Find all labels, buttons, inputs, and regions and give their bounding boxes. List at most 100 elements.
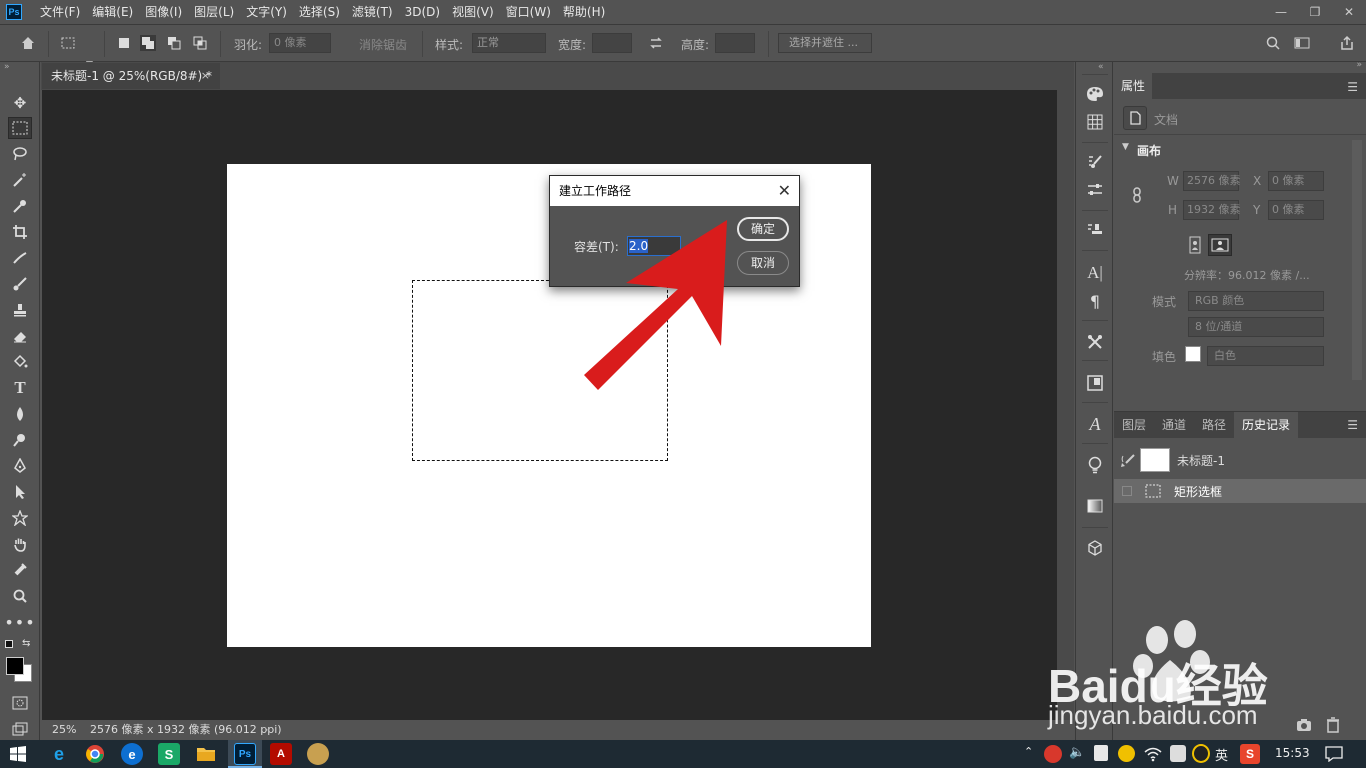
section-chevron-icon[interactable]: ▼	[1122, 142, 1129, 152]
rotate-view-tool-icon[interactable]	[8, 559, 32, 581]
swap-colors-icon[interactable]: ⇆	[22, 638, 30, 649]
security-shield-icon[interactable]	[1094, 745, 1108, 761]
feather-input[interactable]: 0 像素	[269, 33, 331, 53]
paragraph-panel-icon[interactable]: ¶	[1085, 291, 1105, 311]
chrome-icon[interactable]	[84, 743, 106, 765]
volume-icon[interactable]: 🔈	[1069, 745, 1085, 760]
tray-app-icon[interactable]	[1118, 745, 1135, 762]
share-icon[interactable]	[1339, 35, 1355, 51]
menu-view[interactable]: 视图(V)	[446, 0, 500, 24]
pinned-app-icon[interactable]	[307, 743, 329, 765]
fill-select[interactable]: 白色	[1207, 346, 1324, 366]
acrobat-icon[interactable]: A	[270, 743, 292, 765]
wifi-icon[interactable]	[1144, 746, 1162, 762]
collapse-panel-icon[interactable]: »	[1356, 60, 1362, 70]
clone-source-icon[interactable]	[1085, 220, 1105, 240]
marquee-preset-icon[interactable]	[60, 35, 76, 51]
restore-icon[interactable]: ❐	[1298, 0, 1332, 24]
canvas-width-input[interactable]: 2576 像素	[1183, 171, 1241, 191]
clock[interactable]: 15:53	[1275, 746, 1310, 760]
swap-icon[interactable]	[648, 35, 664, 51]
link-icon[interactable]	[1131, 186, 1143, 204]
workspace-icon[interactable]	[1294, 35, 1310, 51]
trash-icon[interactable]	[1326, 717, 1340, 733]
file-explorer-icon[interactable]	[195, 743, 217, 765]
history-step[interactable]: 矩形选框	[1114, 479, 1366, 503]
lasso-tool-icon[interactable]	[8, 143, 32, 165]
character-panel-icon[interactable]: A|	[1085, 263, 1105, 283]
menu-edit[interactable]: 编辑(E)	[86, 0, 139, 24]
screen-mode-icon[interactable]	[8, 718, 32, 740]
notifications-icon[interactable]	[1325, 746, 1343, 762]
ie-browser-icon[interactable]: e	[48, 743, 70, 765]
qq-icon[interactable]	[1192, 744, 1210, 763]
marquee-tool-icon[interactable]	[8, 117, 32, 139]
vertical-scrollbar[interactable]	[1057, 90, 1074, 720]
fill-color-swatch[interactable]	[1185, 346, 1201, 362]
tools-settings-icon[interactable]	[1085, 332, 1105, 352]
3d-panel-icon[interactable]	[1085, 538, 1105, 558]
zoom-tool-icon[interactable]	[8, 585, 32, 607]
portrait-icon[interactable]	[1184, 234, 1206, 256]
tab-layers[interactable]: 图层	[1114, 412, 1154, 438]
tab-paths[interactable]: 路径	[1194, 412, 1234, 438]
foreground-color-swatch[interactable]	[6, 657, 24, 675]
add-to-selection-icon[interactable]	[140, 35, 156, 51]
tab-channels[interactable]: 通道	[1154, 412, 1194, 438]
eyedropper-tool-icon[interactable]	[8, 195, 32, 217]
landscape-icon[interactable]	[1208, 234, 1232, 256]
new-selection-icon[interactable]	[116, 35, 132, 51]
zoom-level[interactable]: 25%	[52, 720, 76, 740]
status-chevron-icon[interactable]: ›	[264, 720, 268, 740]
adjustments-panel-icon[interactable]	[1085, 180, 1105, 200]
default-colors-icon[interactable]	[5, 640, 13, 648]
path-selection-tool-icon[interactable]	[8, 481, 32, 503]
properties-scrollbar[interactable]	[1352, 140, 1362, 380]
ime-indicator[interactable]: 英	[1215, 745, 1228, 764]
menu-layer[interactable]: 图层(L)	[188, 0, 240, 24]
stamp-tool-icon[interactable]	[8, 299, 32, 321]
pen-tool-icon[interactable]	[8, 455, 32, 477]
tray-expand-icon[interactable]: ⌃	[1024, 745, 1033, 758]
style-select[interactable]: 正常	[472, 33, 546, 53]
learn-panel-icon[interactable]	[1085, 455, 1105, 475]
glyphs-panel-icon[interactable]: A	[1085, 414, 1105, 434]
close-icon[interactable]: ✕	[778, 176, 791, 206]
paint-bucket-tool-icon[interactable]	[8, 351, 32, 373]
shape-tool-icon[interactable]	[8, 507, 32, 529]
search-icon[interactable]	[1265, 35, 1281, 51]
subtract-selection-icon[interactable]	[166, 35, 182, 51]
antivirus-tray-icon[interactable]	[1044, 745, 1062, 763]
panel-menu-icon[interactable]: ☰	[1347, 418, 1358, 432]
eraser-tool-icon[interactable]	[8, 325, 32, 347]
close-tab-icon[interactable]: ×	[201, 63, 210, 89]
tray-utility-icon[interactable]	[1170, 745, 1186, 762]
history-brush-icon[interactable]	[1120, 453, 1136, 469]
canvas-x-input[interactable]: 0 像素	[1268, 171, 1324, 191]
crop-tool-icon[interactable]	[8, 221, 32, 243]
sogou-input-icon[interactable]: S	[1240, 744, 1260, 764]
menu-type[interactable]: 文字(Y)	[240, 0, 293, 24]
mode-select[interactable]: RGB 颜色	[1188, 291, 1324, 311]
intersect-selection-icon[interactable]	[192, 35, 208, 51]
brush-tool-icon[interactable]	[8, 273, 32, 295]
height-input[interactable]	[715, 33, 755, 53]
canvas-height-input[interactable]: 1932 像素	[1183, 200, 1241, 220]
type-tool-icon[interactable]: T	[8, 377, 32, 399]
wps-sheet-icon[interactable]: S	[158, 743, 180, 765]
snapshot-name[interactable]: 未标题-1	[1177, 452, 1225, 469]
menu-3d[interactable]: 3D(D)	[399, 0, 446, 24]
menu-image[interactable]: 图像(I)	[139, 0, 188, 24]
quick-mask-icon[interactable]	[8, 692, 32, 714]
menu-window[interactable]: 窗口(W)	[500, 0, 557, 24]
bit-depth-select[interactable]: 8 位/通道	[1188, 317, 1324, 337]
menu-filter[interactable]: 滤镜(T)	[346, 0, 399, 24]
select-and-mask-button[interactable]: 选择并遮住 ...	[778, 33, 872, 53]
properties-tab[interactable]: 属性	[1114, 73, 1152, 99]
more-tools-icon[interactable]: •••	[4, 611, 34, 633]
photoshop-taskbar-icon[interactable]: Ps	[234, 743, 256, 765]
minimize-icon[interactable]: —	[1264, 0, 1298, 24]
new-snapshot-icon[interactable]	[1296, 718, 1312, 732]
hand-tool-icon[interactable]	[8, 533, 32, 555]
swatches-panel-icon[interactable]	[1085, 112, 1105, 132]
